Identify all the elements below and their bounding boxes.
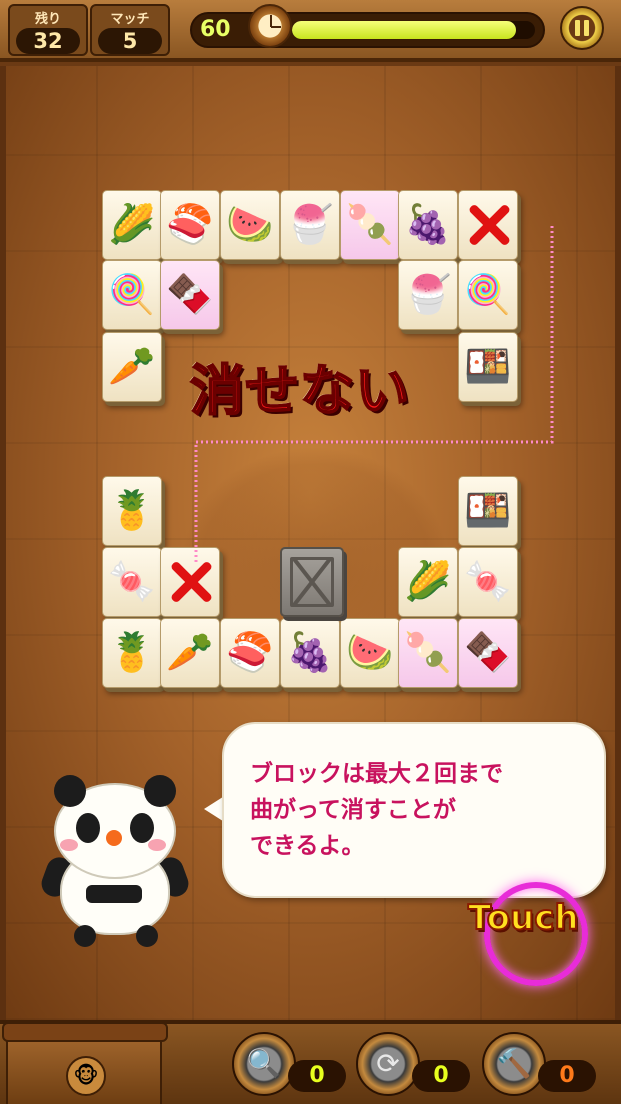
tile-corn[interactable]: 🌽	[398, 547, 458, 617]
match-label: マッチ	[110, 12, 150, 27]
x-mark-icon	[463, 199, 515, 251]
corn-icon: 🌽	[404, 559, 452, 603]
carrot-icon: 🥕	[108, 344, 156, 388]
tile-pineapple[interactable]: 🍍	[102, 476, 162, 546]
shop-icon: 🐵	[66, 1056, 106, 1096]
watermelon-icon: 🍉	[226, 202, 274, 246]
top-bar: 残り 32 マッチ 5 60	[0, 0, 621, 62]
pineapple-icon: 🍍	[108, 630, 156, 674]
checker-cake-icon: 🍫	[166, 272, 214, 316]
x-mark-icon	[165, 556, 217, 608]
timer: 60	[190, 4, 545, 48]
match-counter: マッチ 5	[90, 4, 170, 56]
tile-watermelon[interactable]: 🍉	[340, 618, 400, 688]
tile-tamago-sushi[interactable]: 🍱	[458, 332, 518, 402]
tile-lollipop[interactable]: 🍭	[102, 260, 162, 330]
tile-parfait[interactable]: 🍧	[398, 260, 458, 330]
tile-dango[interactable]: 🍡	[340, 190, 400, 260]
tile-candy[interactable]: 🍬	[102, 547, 162, 617]
tamago-sushi-icon: 🍱	[464, 488, 512, 532]
tile-pineapple[interactable]: 🍍	[102, 618, 162, 688]
tile-x-mark[interactable]	[160, 547, 220, 617]
tile-tamago-sushi[interactable]: 🍱	[458, 476, 518, 546]
timer-bar-fill	[292, 21, 516, 39]
touch-label[interactable]: Touch	[467, 897, 608, 939]
tile-lollipop[interactable]: 🍭	[458, 260, 518, 330]
lollipop-icon: 🍭	[464, 272, 512, 316]
panda-icon	[37, 775, 193, 950]
remaining-counter: 残り 32	[8, 4, 88, 56]
tile-ikura-sushi[interactable]: 🍣	[160, 190, 220, 260]
carrot-icon: 🥕	[166, 630, 214, 674]
hammer-button[interactable]: 🔨 0	[482, 1032, 600, 1102]
remaining-value: 32	[16, 28, 80, 54]
timer-bar	[292, 21, 535, 39]
magnifier-icon: 🔍	[232, 1032, 296, 1096]
tile-parfait[interactable]: 🍧	[280, 190, 340, 260]
tile-grapes[interactable]: 🍇	[398, 190, 458, 260]
lollipop-icon: 🍭	[108, 272, 156, 316]
magnifier-count: 0	[288, 1060, 346, 1092]
tile-x-mark[interactable]	[458, 190, 518, 260]
parfait-icon: 🍧	[286, 202, 334, 246]
tile-carrot[interactable]: 🥕	[160, 618, 220, 688]
match-value: 5	[98, 28, 162, 54]
tile-checker-cake[interactable]: 🍫	[458, 618, 518, 688]
hammer-count: 0	[538, 1060, 596, 1092]
bottom-bar: 🐵 🔍 0 ⟳ 0 🔨 0	[0, 1020, 621, 1104]
candy-icon: 🍬	[464, 559, 512, 603]
stone-block-icon	[280, 547, 344, 617]
tile-ikura-sushi[interactable]: 🍣	[220, 618, 280, 688]
dango-icon: 🍡	[346, 202, 394, 246]
tile-carrot[interactable]: 🥕	[102, 332, 162, 402]
dango-icon: 🍡	[404, 630, 452, 674]
tile-candy[interactable]: 🍬	[458, 547, 518, 617]
tutorial-text: ブロックは最大２回まで 曲がって消すことが できるよ。	[250, 761, 503, 859]
clock-icon	[248, 4, 292, 48]
shuffle-count: 0	[412, 1060, 470, 1092]
hammer-icon: 🔨	[482, 1032, 546, 1096]
tile-watermelon[interactable]: 🍉	[220, 190, 280, 260]
cannot-clear-message: 消せない	[189, 358, 410, 423]
speech-bubble: ブロックは最大２回まで 曲がって消すことが できるよ。	[222, 722, 606, 898]
parfait-icon: 🍧	[404, 272, 452, 316]
remaining-label: 残り	[34, 12, 61, 27]
candy-icon: 🍬	[108, 559, 156, 603]
pineapple-icon: 🍍	[108, 488, 156, 532]
ikura-sushi-icon: 🍣	[226, 630, 274, 674]
grapes-icon: 🍇	[404, 202, 452, 246]
shuffle-icon: ⟳	[356, 1032, 420, 1096]
tamago-sushi-icon: 🍱	[464, 344, 512, 388]
shuffle-button[interactable]: ⟳ 0	[356, 1032, 474, 1102]
watermelon-icon: 🍉	[346, 630, 394, 674]
grapes-icon: 🍇	[286, 630, 334, 674]
pause-button[interactable]	[560, 6, 604, 50]
checker-cake-icon: 🍫	[464, 630, 512, 674]
timer-value: 60	[200, 17, 231, 42]
tile-grapes[interactable]: 🍇	[280, 618, 340, 688]
tile-dango[interactable]: 🍡	[398, 618, 458, 688]
ikura-sushi-icon: 🍣	[166, 202, 214, 246]
magnifier-button[interactable]: 🔍 0	[232, 1032, 350, 1102]
shop-button[interactable]: 🐵	[2, 1022, 168, 1104]
tile-checker-cake[interactable]: 🍫	[160, 260, 220, 330]
corn-icon: 🌽	[108, 202, 156, 246]
tile-corn[interactable]: 🌽	[102, 190, 162, 260]
